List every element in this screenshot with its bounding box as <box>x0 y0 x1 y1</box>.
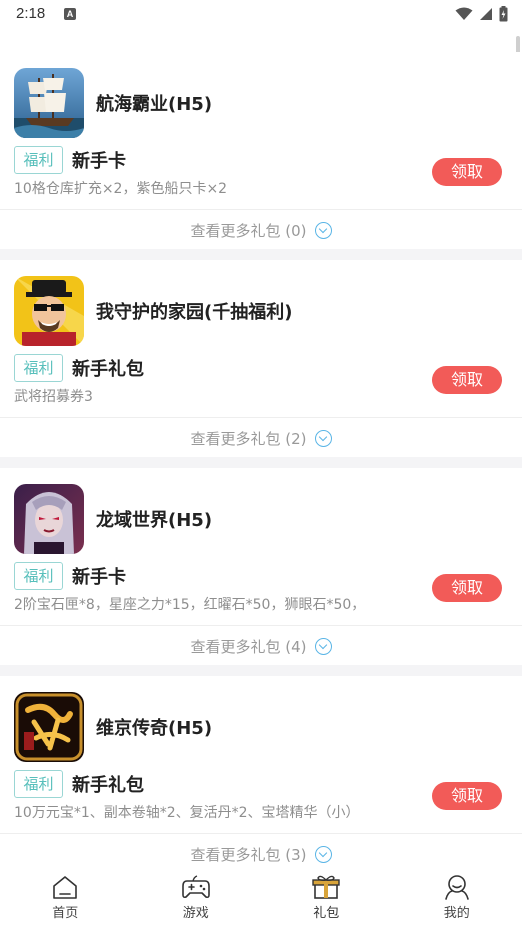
view-more-gifts[interactable]: 查看更多礼包 (4) <box>0 636 522 657</box>
view-more-gifts[interactable]: 查看更多礼包 (0) <box>0 220 522 241</box>
game-title[interactable]: 维京传奇(H5) <box>96 714 212 740</box>
legend-emblem-icon[interactable] <box>14 692 84 762</box>
game-title[interactable]: 航海霸业(H5) <box>96 90 212 116</box>
chevron-down-icon <box>314 846 332 863</box>
tab-home[interactable]: 首页 <box>0 866 131 928</box>
gift-description: 10万元宝*1、副本卷轴*2、复活丹*2、宝塔精华（小） <box>14 805 360 821</box>
view-more-label: 查看更多礼包 (4) <box>190 638 307 656</box>
section-separator <box>0 665 522 676</box>
profile-icon <box>444 875 469 900</box>
gift-name: 新手礼包 <box>72 359 144 380</box>
gift-description: 10格仓库扩充×2，紫色船只卡×2 <box>14 181 228 197</box>
home-icon <box>53 876 78 899</box>
gamepad-icon <box>181 875 210 899</box>
view-more-label: 查看更多礼包 (0) <box>190 222 307 240</box>
chevron-down-icon <box>314 638 332 655</box>
tab-label: 游戏 <box>182 906 209 921</box>
benefit-tag: 福利 <box>14 562 63 590</box>
chevron-down-icon <box>314 430 332 447</box>
battery-icon <box>499 6 508 22</box>
gift-description: 武将招募券3 <box>14 389 93 405</box>
gift-card: 维京传奇(H5) 福利 新手礼包 10万元宝*1、副本卷轴*2、复活丹*2、宝塔… <box>0 665 522 873</box>
claim-button[interactable]: 领取 <box>432 782 502 810</box>
view-more-gifts[interactable]: 查看更多礼包 (2) <box>0 428 522 449</box>
gift-card: 我守护的家园(千抽福利) 福利 新手礼包 武将招募券3 领取 查看更多礼包 (2… <box>0 249 522 457</box>
sailing-ship-icon[interactable] <box>14 68 84 138</box>
benefit-tag: 福利 <box>14 770 63 798</box>
benefit-tag: 福利 <box>14 354 63 382</box>
signal-icon <box>480 8 492 20</box>
divider <box>0 625 522 626</box>
tab-label: 首页 <box>52 906 79 921</box>
view-more-label: 查看更多礼包 (3) <box>190 846 307 864</box>
tab-games[interactable]: 游戏 <box>131 866 262 928</box>
claim-button[interactable]: 领取 <box>432 574 502 602</box>
benefit-tag: 福利 <box>14 146 63 174</box>
chevron-down-icon <box>314 222 332 239</box>
claim-button[interactable]: 领取 <box>432 158 502 186</box>
tab-profile[interactable]: 我的 <box>392 866 522 928</box>
section-separator <box>0 249 522 260</box>
status-bar: 2:18 A <box>0 0 522 30</box>
tab-label: 礼包 <box>313 906 340 921</box>
notification-icon: A <box>64 8 76 20</box>
gift-name: 新手卡 <box>72 567 126 588</box>
divider <box>0 833 522 834</box>
claim-button[interactable]: 领取 <box>432 366 502 394</box>
gift-list: 航海霸业(H5) 福利 新手卡 10格仓库扩充×2，紫色船只卡×2 领取 查看更… <box>0 52 522 873</box>
gift-card: 航海霸业(H5) 福利 新手卡 10格仓库扩充×2，紫色船只卡×2 领取 查看更… <box>0 52 522 249</box>
gift-description: 2阶宝石匣*8，星座之力*15，红曜石*50，狮眼石*50， <box>14 597 366 613</box>
game-title[interactable]: 我守护的家园(千抽福利) <box>96 298 292 324</box>
divider <box>0 417 522 418</box>
gift-name: 新手礼包 <box>72 775 144 796</box>
tab-label: 我的 <box>443 906 470 921</box>
status-time: 2:18 <box>16 5 46 22</box>
gift-card: 龙域世界(H5) 福利 新手卡 2阶宝石匣*8，星座之力*15，红曜石*50，狮… <box>0 457 522 665</box>
gift-icon <box>312 875 340 899</box>
cartoon-warrior-icon[interactable] <box>14 276 84 346</box>
bottom-tab-bar: 首页 游戏 礼包 我的 <box>0 866 522 928</box>
status-indicators <box>455 6 508 22</box>
dark-heroine-icon[interactable] <box>14 484 84 554</box>
section-separator <box>0 457 522 468</box>
tab-gifts[interactable]: 礼包 <box>261 866 392 928</box>
wifi-icon <box>455 7 473 20</box>
view-more-label: 查看更多礼包 (2) <box>190 430 307 448</box>
divider <box>0 209 522 210</box>
view-more-gifts[interactable]: 查看更多礼包 (3) <box>0 844 522 865</box>
game-title[interactable]: 龙域世界(H5) <box>96 506 212 532</box>
gift-name: 新手卡 <box>72 151 126 172</box>
